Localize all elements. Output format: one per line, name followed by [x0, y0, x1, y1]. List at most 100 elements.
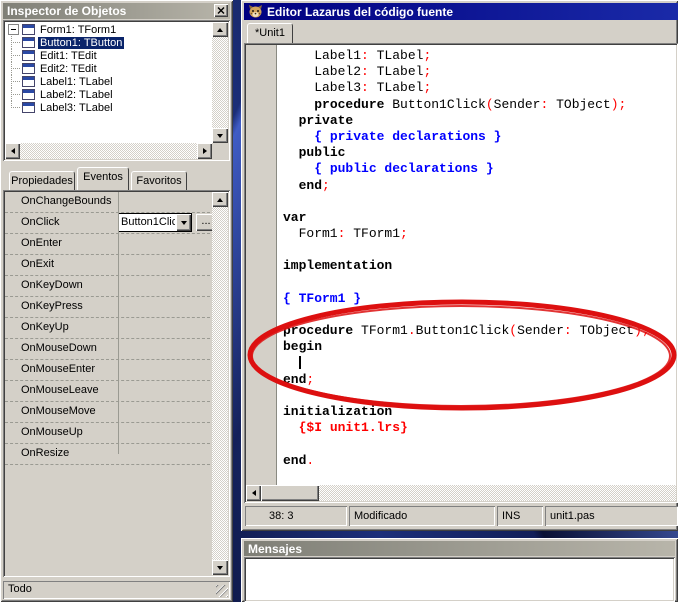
- code-lines: Label1: TLabel; Label2: TLabel; Label3: …: [283, 48, 676, 485]
- event-value-combobox[interactable]: Button1Clic: [118, 213, 192, 232]
- component-icon: [22, 63, 35, 74]
- tree-hscrollbar[interactable]: [5, 143, 212, 159]
- event-row[interactable]: OnChangeBounds: [5, 192, 210, 213]
- event-name: OnKeyUp: [21, 321, 69, 333]
- tree-item[interactable]: Form1: TForm1: [6, 23, 210, 36]
- tree-vscrollbar[interactable]: [212, 22, 228, 143]
- event-row[interactable]: OnExit: [5, 255, 210, 276]
- tab-unit1[interactable]: *Unit1: [247, 23, 293, 43]
- code-line: end;: [298, 177, 330, 193]
- event-row[interactable]: OnKeyUp: [5, 318, 210, 339]
- scroll-right-icon[interactable]: [197, 143, 212, 159]
- event-row[interactable]: OnKeyPress: [5, 297, 210, 318]
- tree-item-label: Label2: TLabel: [40, 88, 113, 101]
- tab-favoritos[interactable]: Favoritos: [131, 171, 187, 190]
- code-line: {$I unit1.lrs}: [298, 420, 408, 436]
- code-line: initialization: [283, 404, 393, 420]
- file-name: unit1.pas: [550, 510, 595, 522]
- tree-item[interactable]: Label3: TLabel: [6, 101, 210, 114]
- tree-item[interactable]: Label2: TLabel: [6, 88, 210, 101]
- code-area[interactable]: Label1: TLabel; Label2: TLabel; Label3: …: [244, 43, 678, 503]
- tree-item-label: Button1: TButton: [38, 36, 125, 49]
- component-icon: [22, 37, 35, 48]
- component-tree[interactable]: Form1: TForm1 Button1: TButton Edit1: TEdi…: [3, 20, 230, 161]
- code-line: var: [283, 209, 307, 225]
- grid-column-separator[interactable]: [118, 192, 119, 454]
- scroll-up-icon[interactable]: [212, 192, 228, 207]
- inspector-titlebar[interactable]: Inspector de Objetos: [3, 3, 230, 19]
- tree-item-label: Label1: TLabel: [40, 75, 113, 88]
- resize-grip[interactable]: [216, 585, 228, 597]
- scroll-left-icon[interactable]: [246, 485, 261, 501]
- tree-item[interactable]: Edit1: TEdit: [6, 49, 210, 62]
- hscroll-thumb[interactable]: [261, 485, 319, 501]
- tree-connector: [6, 62, 22, 75]
- editor-tabstrip: *Unit1: [244, 20, 678, 43]
- code-line: { public declarations }: [314, 161, 494, 177]
- code-line: end.: [283, 452, 315, 468]
- inspector-tabs: Propiedades Eventos Favoritos: [3, 164, 230, 190]
- tree-item-label: Label3: TLabel: [40, 101, 113, 114]
- event-name: OnMouseUp: [21, 426, 83, 438]
- event-row[interactable]: OnMouseDown: [5, 339, 210, 360]
- event-name: OnMouseDown: [21, 342, 97, 354]
- editor-title: Editor Lazarus del código fuente: [267, 4, 454, 19]
- event-row[interactable]: OnClick Button1Clic...: [5, 213, 216, 234]
- code-line: procedure Button1Click(Sender: TObject);: [314, 96, 627, 112]
- tree-item[interactable]: Button1: TButton: [6, 36, 210, 49]
- messages-list[interactable]: [244, 557, 675, 602]
- scrollbar-corner: [212, 143, 228, 159]
- code-line: Label3: TLabel;: [283, 80, 432, 96]
- code-line: Label1: TLabel;: [283, 48, 432, 63]
- editor-titlebar[interactable]: Editor Lazarus del código fuente: [244, 3, 678, 20]
- status-panel-state: Modificado: [349, 506, 495, 526]
- component-icon: [22, 89, 35, 100]
- component-icon: [22, 50, 35, 61]
- status-panel-cursor: 38: 3: [245, 506, 347, 526]
- lazarus-icon: [248, 4, 263, 19]
- event-name: OnExit: [21, 258, 55, 270]
- inspector-title: Inspector de Objetos: [7, 4, 127, 18]
- event-row[interactable]: OnEnter: [5, 234, 210, 255]
- collapse-icon[interactable]: [8, 24, 19, 35]
- scroll-up-icon[interactable]: [212, 22, 228, 37]
- grid-vscrollbar[interactable]: [212, 192, 228, 575]
- event-name: OnMouseMove: [21, 405, 96, 417]
- event-row[interactable]: OnResize: [5, 444, 210, 465]
- events-grid[interactable]: OnChangeBounds OnClick Button1Clic... OnEnt…: [3, 190, 230, 577]
- tree-item-label: Edit2: TEdit: [40, 62, 97, 75]
- editor-hscrollbar[interactable]: [246, 485, 676, 501]
- tab-eventos[interactable]: Eventos: [77, 167, 129, 190]
- event-row[interactable]: OnMouseLeave: [5, 381, 210, 402]
- scroll-left-icon[interactable]: [5, 143, 20, 159]
- event-row[interactable]: OnMouseUp: [5, 423, 210, 444]
- insert-mode: INS: [502, 510, 521, 522]
- code-line: procedure TForm1.Button1Click(Sender: TO…: [283, 323, 650, 339]
- event-name: OnResize: [21, 447, 70, 459]
- tree-item[interactable]: Edit2: TEdit: [6, 62, 210, 75]
- event-row[interactable]: OnMouseMove: [5, 402, 210, 423]
- tab-propiedades[interactable]: Propiedades: [9, 171, 75, 190]
- code-line: private: [298, 112, 354, 128]
- tree-item[interactable]: Label1: TLabel: [6, 75, 210, 88]
- close-icon[interactable]: [214, 4, 228, 17]
- scroll-down-icon[interactable]: [212, 128, 228, 143]
- event-row[interactable]: OnKeyDown: [5, 276, 210, 297]
- object-inspector-window: Inspector de Objetos Form1: TForm1 Button…: [0, 0, 233, 602]
- event-row[interactable]: OnMouseEnter: [5, 360, 210, 381]
- cursor-position: 38: 3: [269, 510, 294, 522]
- component-icon: [22, 102, 35, 113]
- code-line: Form1: TForm1;: [283, 226, 408, 242]
- text-caret: [298, 355, 301, 369]
- modified-state: Modificado: [354, 510, 408, 522]
- code-line: end;: [283, 371, 315, 387]
- code-line: [283, 355, 676, 372]
- chevron-down-icon[interactable]: [176, 214, 191, 231]
- messages-titlebar[interactable]: Mensajes: [244, 541, 675, 556]
- scroll-down-icon[interactable]: [212, 560, 228, 575]
- event-name: OnChangeBounds: [21, 195, 112, 207]
- event-rows: OnChangeBounds OnClick Button1Clic... OnEnt…: [5, 192, 216, 465]
